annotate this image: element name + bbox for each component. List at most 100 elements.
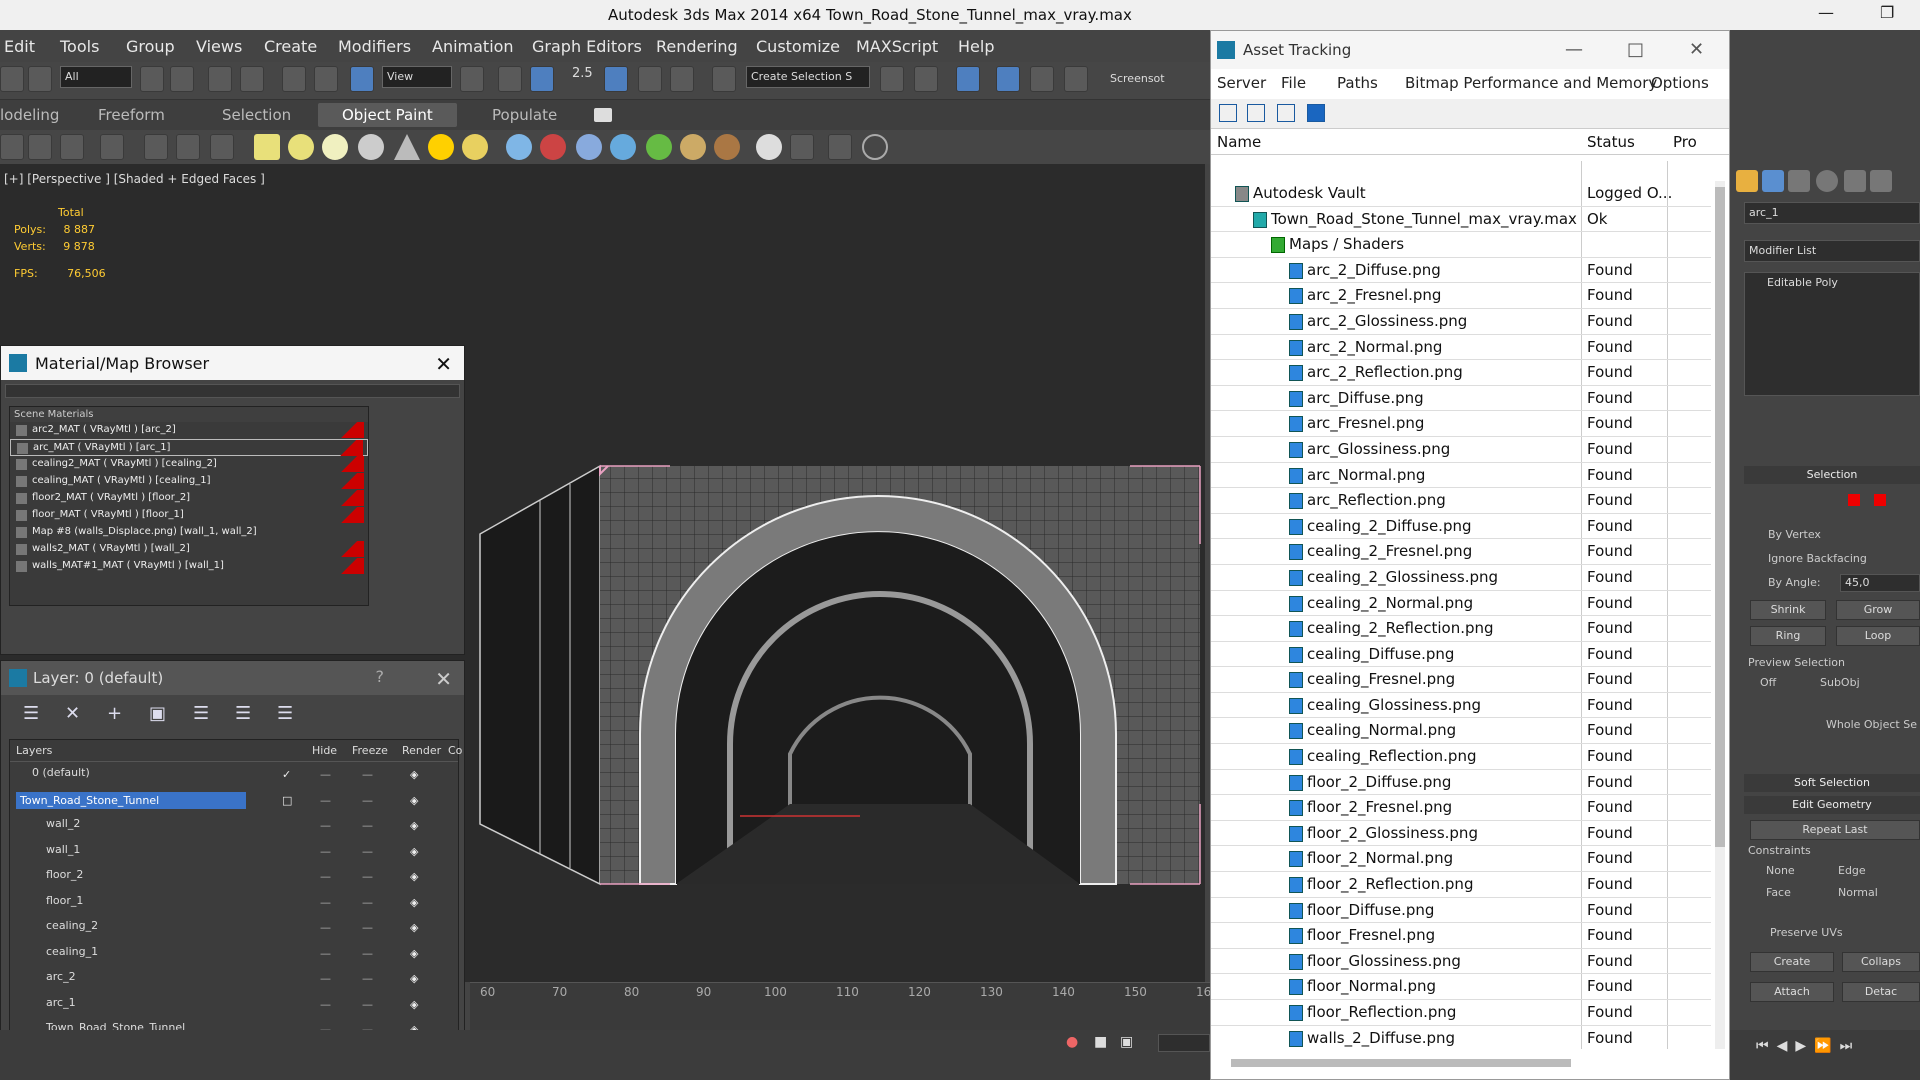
tab-object-paint[interactable]: Object Paint — [318, 103, 457, 127]
hide-toggle-icon[interactable]: — — [320, 947, 331, 960]
menu-group[interactable]: Group — [126, 37, 175, 56]
edit-geometry-rollout[interactable]: Edit Geometry — [1744, 796, 1920, 814]
freeze-toggle-icon[interactable]: — — [362, 947, 373, 960]
paint-brush-icon[interactable] — [100, 134, 124, 160]
col-layers[interactable]: Layers — [16, 744, 52, 757]
freeze-toggle-icon[interactable]: — — [362, 972, 373, 985]
preview-subobj-radio[interactable]: SubObj — [1820, 676, 1860, 689]
select-object-icon[interactable] — [140, 66, 164, 92]
particle-icon[interactable] — [506, 134, 532, 160]
tab-populate[interactable]: Populate — [492, 106, 557, 124]
cone-icon[interactable] — [394, 134, 420, 160]
selection-filter-dropdown[interactable]: All — [60, 66, 132, 88]
menu-edit[interactable]: Edit — [4, 37, 35, 56]
torus-icon[interactable] — [462, 134, 488, 160]
material-item[interactable]: floor_MAT ( VRayMtl ) [floor_1] — [10, 507, 368, 524]
hide-toggle-icon[interactable]: — — [320, 845, 331, 858]
ref-coord-dropdown[interactable]: View — [382, 66, 452, 88]
restore-icon[interactable]: ❐ — [1880, 3, 1894, 22]
freeze-toggle-icon[interactable]: — — [362, 870, 373, 883]
object-name[interactable]: wall_2 — [46, 817, 80, 830]
asset-row[interactable]: floor_2_Glossiness.png Found — [1211, 821, 1711, 847]
light-icon[interactable] — [428, 134, 454, 160]
layer-name[interactable]: 0 (default) — [32, 766, 90, 779]
object-name-field[interactable]: arc_1 — [1744, 202, 1920, 224]
asset-row[interactable]: cealing_2_Fresnel.png Found — [1211, 539, 1711, 565]
hide-toggle-icon[interactable]: — — [320, 896, 331, 909]
asset-row[interactable]: arc_2_Reflection.png Found — [1211, 360, 1711, 386]
layer-name[interactable]: Town_Road_Stone_Tunnel — [16, 791, 246, 809]
asset-row[interactable]: arc_Fresnel.png Found — [1211, 411, 1711, 437]
hide-toggle-icon[interactable]: — — [320, 921, 331, 934]
object-name[interactable]: wall_1 — [46, 843, 80, 856]
render-toggle-icon[interactable]: ◈ — [410, 870, 418, 883]
asset-row[interactable]: floor_Fresnel.png Found — [1211, 923, 1711, 949]
menu-views[interactable]: Views — [196, 37, 242, 56]
layer-row[interactable]: 0 (default) ✓ — — ◈ — [10, 762, 458, 788]
close-icon[interactable]: ✕ — [1689, 39, 1704, 60]
scene-materials-group[interactable]: Scene Materials — [10, 407, 368, 422]
menu-create[interactable]: Create — [264, 37, 317, 56]
constraint-face-radio[interactable]: Face — [1766, 886, 1791, 899]
render-toggle-icon[interactable]: ◈ — [410, 819, 418, 832]
asset-row[interactable]: Maps / Shaders — [1211, 232, 1711, 258]
lock-icon[interactable]: ■ — [1094, 1034, 1107, 1050]
object-name[interactable]: floor_1 — [46, 894, 83, 907]
highlight-layer-icon[interactable]: ☰ — [193, 703, 209, 724]
asset-row[interactable]: cealing_Diffuse.png Found — [1211, 642, 1711, 668]
grow-button[interactable]: Grow — [1836, 600, 1920, 620]
constraint-none-radio[interactable]: None — [1766, 864, 1795, 877]
collapse-button[interactable]: Collaps — [1842, 952, 1920, 972]
loop-button[interactable]: Loop — [1836, 626, 1920, 646]
redo-icon[interactable] — [28, 66, 52, 92]
menu-tools[interactable]: Tools — [60, 37, 99, 56]
repeat-last-button[interactable]: Repeat Last — [1750, 820, 1920, 840]
freeze-toggle-icon[interactable]: — — [362, 896, 373, 909]
modify-tab-icon[interactable] — [1762, 170, 1784, 192]
stack-item-editable-poly[interactable]: Editable Poly — [1767, 276, 1838, 289]
asset-row[interactable]: cealing_Fresnel.png Found — [1211, 667, 1711, 693]
align-icon[interactable] — [914, 66, 938, 92]
object-row[interactable]: arc_1 — — ◈ — [10, 992, 458, 1018]
scrollbar-thumb[interactable] — [1715, 187, 1725, 847]
freeze-toggle-icon[interactable]: — — [362, 819, 373, 832]
foliage-icon[interactable] — [610, 134, 636, 160]
material-sphere-icon[interactable] — [756, 134, 782, 160]
asset-row[interactable]: cealing_2_Diffuse.png Found — [1211, 514, 1711, 540]
render-setup-icon[interactable] — [828, 134, 852, 160]
tab-modeling[interactable]: lodeling — [0, 106, 59, 124]
col-status[interactable]: Status — [1587, 133, 1635, 151]
material-search-input[interactable] — [5, 384, 460, 398]
object-name[interactable]: cealing_1 — [46, 945, 98, 958]
detach-button[interactable]: Detac — [1842, 982, 1920, 1002]
menu-paths[interactable]: Paths — [1337, 74, 1378, 92]
absolute-mode-icon[interactable]: ▣ — [1120, 1034, 1133, 1050]
asset-row[interactable]: Town_Road_Stone_Tunnel_max_vray.max Ok — [1211, 207, 1711, 233]
utilities-tab-icon[interactable] — [1870, 170, 1892, 192]
settings-icon[interactable] — [1701, 104, 1719, 122]
vertex-mode-icon[interactable] — [1848, 494, 1860, 506]
shrink-button[interactable]: Shrink — [1750, 600, 1826, 620]
paint-fill-icon[interactable] — [144, 134, 168, 160]
edit-named-sel-icon[interactable] — [712, 66, 736, 92]
cloth-icon[interactable] — [576, 134, 602, 160]
object-row[interactable]: floor_2 — — ◈ — [10, 864, 458, 890]
angle-snap-icon[interactable] — [604, 66, 628, 92]
object-row[interactable]: cealing_2 — — ◈ — [10, 915, 458, 941]
tree-view-icon[interactable] — [1277, 104, 1295, 122]
render-toggle-icon[interactable]: ◈ — [410, 972, 418, 985]
close-icon[interactable]: ✕ — [435, 667, 452, 691]
render-toggle-icon[interactable]: ◈ — [410, 896, 418, 909]
col-name[interactable]: Name — [1217, 133, 1261, 151]
geosphere-icon[interactable] — [322, 134, 348, 160]
asset-row[interactable]: arc_2_Diffuse.png Found — [1211, 258, 1711, 284]
ribbon-options-icon[interactable] — [594, 108, 612, 122]
constraint-edge-radio[interactable]: Edge — [1838, 864, 1866, 877]
hide-toggle-icon[interactable]: — — [320, 870, 331, 883]
ignore-backfacing-checkbox[interactable]: Ignore Backfacing — [1768, 552, 1867, 565]
hide-toggle-icon[interactable]: — — [320, 819, 331, 832]
render-toggle-icon[interactable]: ◈ — [410, 998, 418, 1011]
material-item[interactable]: floor2_MAT ( VRayMtl ) [floor_2] — [10, 490, 368, 507]
percent-snap-icon[interactable] — [638, 66, 662, 92]
material-editor-icon[interactable] — [790, 134, 814, 160]
